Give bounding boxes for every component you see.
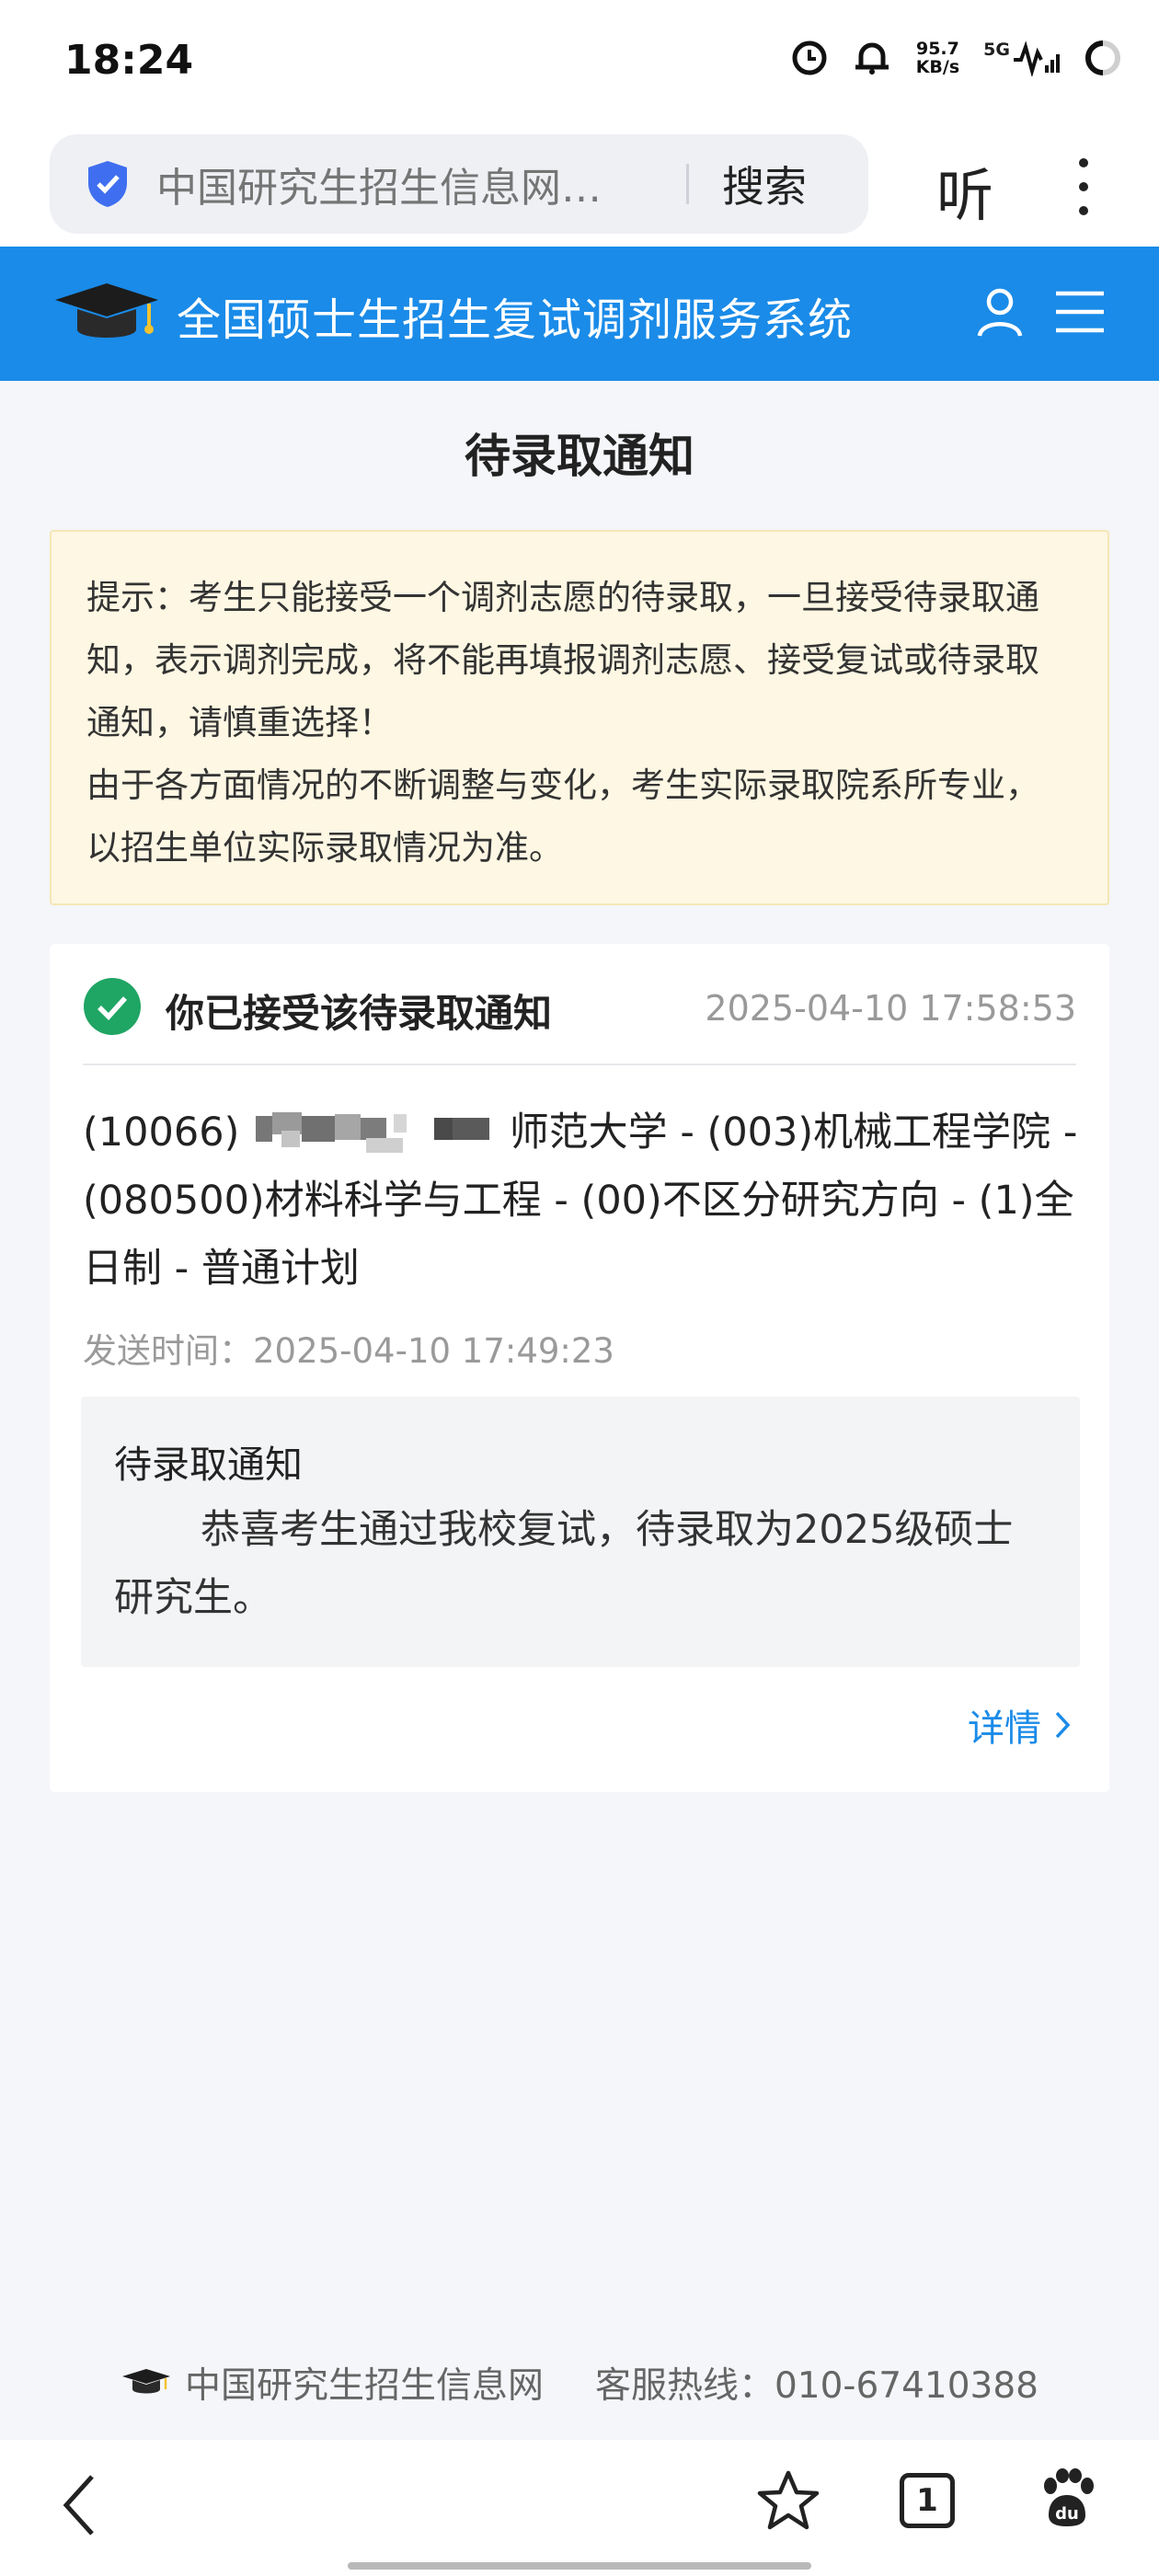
program-code: (10066) [83,1110,240,1156]
details-link[interactable]: 详情 [968,1698,1071,1752]
svg-text:du: du [1055,2504,1079,2524]
redacted-block [256,1107,493,1153]
home-indicator [348,2562,811,2570]
alarm-icon [855,42,889,75]
admission-notice-title: 待录取通知 [114,1443,303,1487]
status-bar: 18:24 95.7 KB/s 5G [0,0,1159,129]
menu-icon[interactable] [1054,289,1106,335]
offer-card: 你已接受该待录取通知 2025-04-10 17:58:53 (10066) 师… [50,944,1109,1792]
listen-button[interactable]: 听 [936,149,993,232]
paw-icon[interactable]: du [1038,2467,1096,2530]
admission-notice-body: 恭喜考生通过我校复试，待录取为2025级硕士研究生。 [114,1507,1014,1621]
status-icons: 95.7 KB/s 5G [791,39,1122,77]
battery-icon [1085,40,1120,75]
net-speed: 95.7 KB/s [916,40,959,76]
address-box[interactable]: 中国研究生招生信息网… 搜索 [50,134,868,234]
net-speed-unit: KB/s [915,57,960,77]
tabs-button[interactable]: 1 [900,2473,955,2528]
site-header: 全国硕士生招生复试调剂服务系统 [0,247,1159,381]
shield-icon [88,161,127,207]
notice-box: 提示：考生只能接受一个调剂志愿的待录取，一旦接受待录取通知，表示调剂完成，将不能… [50,530,1109,905]
address-divider [686,164,689,204]
star-icon[interactable] [756,2469,820,2532]
program-info: (10066) 师范大学 - (003)机械工程学院 - (080500)材料科… [83,1098,1085,1303]
graduation-cap-icon [55,283,158,338]
user-icon[interactable] [975,287,1025,339]
footer-cap-icon [121,2369,170,2394]
page-title: 待录取通知 [465,430,694,483]
search-button[interactable]: 搜索 [722,154,807,214]
address-text[interactable]: 中国研究生招生信息网… [156,155,653,213]
site-title: 全国硕士生招生复试调剂服务系统 [177,294,854,346]
card-header: 你已接受该待录取通知 2025-04-10 17:58:53 [83,977,1076,1065]
notice-line-2: 由于各方面情况的不断调整与变化，考生实际录取院系所专业，以招生单位实际录取情况为… [86,765,1039,868]
footer-hotline: 客服热线：010-67410388 [594,2365,1039,2407]
notice-line-1: 提示：考生只能接受一个调剂志愿的待录取，一旦接受待录取通知，表示调剂完成，将不能… [86,578,1039,742]
browser-address-bar: 中国研究生招生信息网… 搜索 听 [0,129,1159,247]
network-indicator: 5G [983,40,1060,76]
clock-icon [792,40,827,75]
more-icon[interactable] [1067,155,1100,219]
card-status-time: 2025-04-10 17:58:53 [705,988,1076,1029]
footer-site-name[interactable]: 中国研究生招生信息网 [185,2357,544,2409]
network-type: 5G [983,40,1010,60]
net-speed-value: 95.7 [915,39,959,59]
card-status: 你已接受该待录取通知 [166,991,553,1036]
admission-notice: 待录取通知 恭喜考生通过我校复试，待录取为2025级硕士研究生。 [81,1397,1080,1667]
status-time: 18:24 [64,37,194,84]
send-time: 发送时间：2025-04-10 17:49:23 [83,1331,614,1371]
details-label[interactable]: 详情 [968,1698,1041,1752]
browser-bottom-bar: 1 du [0,2440,1159,2576]
site-footer: 中国研究生招生信息网 客服热线：010-67410388 [0,2355,1159,2410]
tab-count[interactable]: 1 [916,2482,938,2519]
check-circle-icon [84,978,141,1035]
signal-icon [1014,40,1060,76]
chevron-right-icon[interactable] [1054,1710,1071,1740]
back-icon[interactable] [61,2473,98,2537]
